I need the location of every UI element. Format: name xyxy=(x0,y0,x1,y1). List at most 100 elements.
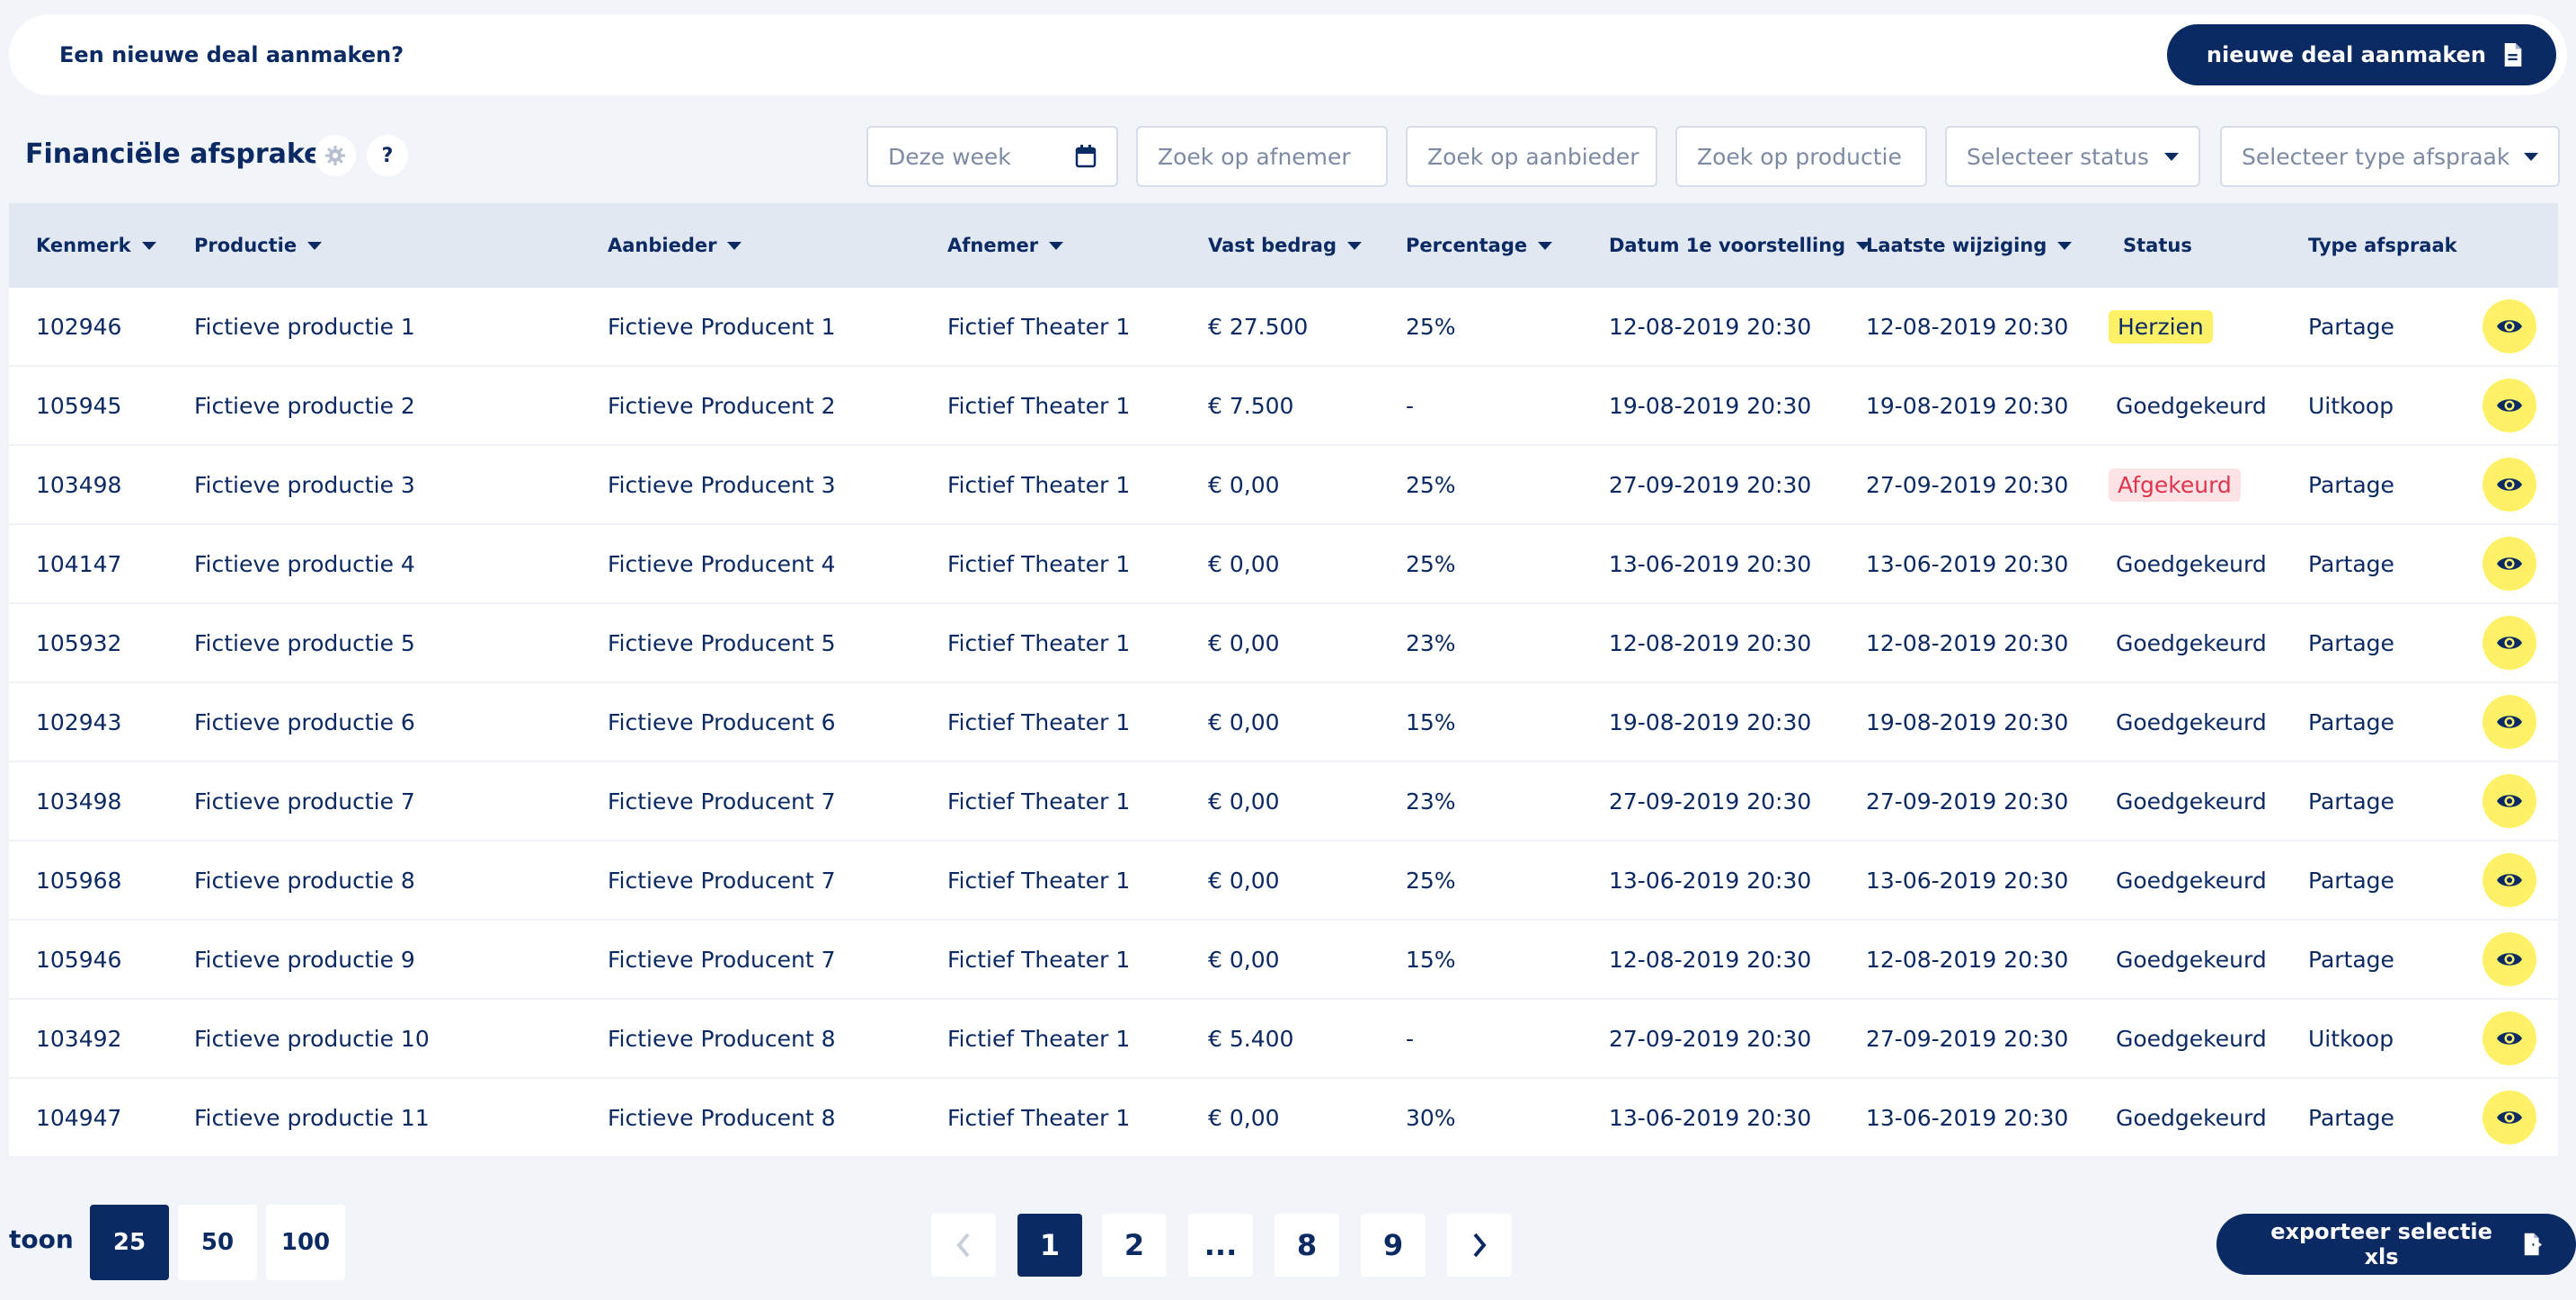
search-afnemer-input[interactable]: Zoek op afnemer xyxy=(1136,126,1388,187)
previous-page-button[interactable] xyxy=(931,1214,996,1277)
status-badge: Goedgekeurd xyxy=(2116,788,2267,815)
cell-vast-bedrag: € 0,00 xyxy=(1208,867,1280,894)
cell-percentage: 23% xyxy=(1406,629,1456,656)
cell-afnemer: Fictief Theater 1 xyxy=(947,471,1131,498)
cell-type: Partage xyxy=(2308,867,2394,894)
page-size-100[interactable]: 100 xyxy=(266,1205,345,1280)
page-size-50[interactable]: 50 xyxy=(178,1205,257,1280)
sort-icon xyxy=(1049,241,1064,250)
view-deal-button[interactable] xyxy=(2483,299,2536,353)
status-badge: Goedgekeurd xyxy=(2116,1104,2267,1131)
status-badge: Goedgekeurd xyxy=(2116,1025,2267,1052)
column-datum[interactable]: Datum 1e voorstelling xyxy=(1609,203,1871,288)
page-button-9[interactable]: 9 xyxy=(1361,1214,1426,1277)
cell-type: Partage xyxy=(2308,788,2394,815)
cell-vast-bedrag: € 0,00 xyxy=(1208,471,1280,498)
search-aanbieder-input[interactable]: Zoek op aanbieder xyxy=(1406,126,1657,187)
status-select-text: Selecteer status xyxy=(1967,143,2149,170)
view-deal-button[interactable] xyxy=(2483,458,2536,512)
cell-type: Partage xyxy=(2308,946,2394,973)
view-deal-button[interactable] xyxy=(2483,378,2536,432)
view-deal-button[interactable] xyxy=(2483,537,2536,591)
column-afnemer[interactable]: Afnemer xyxy=(947,203,1064,288)
next-page-button[interactable] xyxy=(1447,1214,1512,1277)
type-select[interactable]: Selecteer type afspraak xyxy=(2220,126,2560,187)
view-deal-button[interactable] xyxy=(2483,932,2536,986)
cell-productie: Fictieve productie 2 xyxy=(194,392,415,419)
cell-percentage: 15% xyxy=(1406,946,1456,973)
cell-afnemer: Fictief Theater 1 xyxy=(947,867,1131,894)
deals-table: Kenmerk Productie Aanbieder Afnemer Vast… xyxy=(9,203,2558,1158)
cell-aanbieder: Fictieve Producent 7 xyxy=(608,867,836,894)
cell-type: Uitkoop xyxy=(2308,1025,2394,1052)
cell-aanbieder: Fictieve Producent 4 xyxy=(608,550,836,577)
table-row: 105932 Fictieve productie 5 Fictieve Produ… xyxy=(9,604,2558,683)
column-vast-bedrag[interactable]: Vast bedrag xyxy=(1208,203,1362,288)
cell-status: Goedgekeurd xyxy=(2109,762,2274,840)
eye-icon xyxy=(2497,637,2522,649)
gear-icon xyxy=(325,146,345,165)
settings-button[interactable] xyxy=(315,135,356,176)
view-deal-button[interactable] xyxy=(2483,616,2536,670)
eye-icon xyxy=(2497,953,2522,966)
column-percentage[interactable]: Percentage xyxy=(1406,203,1553,288)
cell-datum: 13-06-2019 20:30 xyxy=(1609,1104,1812,1131)
search-productie-input[interactable]: Zoek op productie xyxy=(1675,126,1927,187)
cell-percentage: - xyxy=(1406,1025,1415,1052)
cell-kenmerk: 105945 xyxy=(36,392,122,419)
column-wijziging-label: Laatste wijziging xyxy=(1866,235,2047,256)
cell-datum: 12-08-2019 20:30 xyxy=(1609,313,1812,340)
cell-percentage: 25% xyxy=(1406,471,1456,498)
cell-status: Goedgekeurd xyxy=(2109,604,2274,681)
page-button-1[interactable]: 1 xyxy=(1017,1214,1082,1277)
view-deal-button[interactable] xyxy=(2483,774,2536,828)
cell-status: Herzien xyxy=(2109,288,2213,365)
view-deal-button[interactable] xyxy=(2483,695,2536,749)
page-button-8[interactable]: 8 xyxy=(1275,1214,1339,1277)
cell-type: Partage xyxy=(2308,708,2394,735)
cell-aanbieder: Fictieve Producent 2 xyxy=(608,392,836,419)
cell-kenmerk: 105932 xyxy=(36,629,122,656)
cell-status: Goedgekeurd xyxy=(2109,921,2274,998)
view-deal-button[interactable] xyxy=(2483,853,2536,907)
cell-kenmerk: 105946 xyxy=(36,946,122,973)
cell-aanbieder: Fictieve Producent 7 xyxy=(608,946,836,973)
cell-datum: 12-08-2019 20:30 xyxy=(1609,946,1812,973)
cell-productie: Fictieve productie 9 xyxy=(194,946,415,973)
view-deal-button[interactable] xyxy=(2483,1011,2536,1065)
cell-vast-bedrag: € 0,00 xyxy=(1208,946,1280,973)
eye-icon xyxy=(2497,320,2522,333)
page-size-25[interactable]: 25 xyxy=(90,1205,169,1280)
column-productie[interactable]: Productie xyxy=(194,203,323,288)
cell-wijziging: 12-08-2019 20:30 xyxy=(1866,946,2069,973)
view-deal-button[interactable] xyxy=(2483,1091,2536,1144)
column-kenmerk[interactable]: Kenmerk xyxy=(36,203,156,288)
cell-percentage: 25% xyxy=(1406,313,1456,340)
export-xls-button[interactable]: exporteer selectie xls xyxy=(2216,1214,2576,1275)
week-date-picker[interactable]: Deze week xyxy=(866,126,1118,187)
table-row: 105945 Fictieve productie 2 Fictieve Produ… xyxy=(9,367,2558,446)
cell-aanbieder: Fictieve Producent 6 xyxy=(608,708,836,735)
cell-kenmerk: 103498 xyxy=(36,788,122,815)
cell-afnemer: Fictief Theater 1 xyxy=(947,1025,1131,1052)
cell-wijziging: 12-08-2019 20:30 xyxy=(1866,629,2069,656)
column-aanbieder[interactable]: Aanbieder xyxy=(608,203,742,288)
new-deal-banner: Een nieuwe deal aanmaken? nieuwe deal aa… xyxy=(9,14,2567,95)
cell-status: Goedgekeurd xyxy=(2109,841,2274,919)
status-badge: Goedgekeurd xyxy=(2116,629,2267,656)
table-row: 103498 Fictieve productie 3 Fictieve Produ… xyxy=(9,446,2558,525)
help-button[interactable]: ? xyxy=(367,135,408,176)
cell-status: Goedgekeurd xyxy=(2109,525,2274,602)
table-header: Kenmerk Productie Aanbieder Afnemer Vast… xyxy=(9,203,2558,288)
table-row: 102946 Fictieve productie 1 Fictieve Produ… xyxy=(9,288,2558,367)
cell-datum: 13-06-2019 20:30 xyxy=(1609,550,1812,577)
cell-kenmerk: 104147 xyxy=(36,550,122,577)
page-button-2[interactable]: 2 xyxy=(1102,1214,1167,1277)
column-wijziging[interactable]: Laatste wijziging xyxy=(1866,203,2073,288)
column-type-label: Type afspraak xyxy=(2308,235,2457,256)
new-deal-button[interactable]: nieuwe deal aanmaken xyxy=(2166,24,2556,85)
column-status: Status xyxy=(2123,203,2192,288)
chevron-left-icon xyxy=(956,1233,970,1258)
cell-type: Partage xyxy=(2308,629,2394,656)
status-select[interactable]: Selecteer status xyxy=(1945,126,2200,187)
